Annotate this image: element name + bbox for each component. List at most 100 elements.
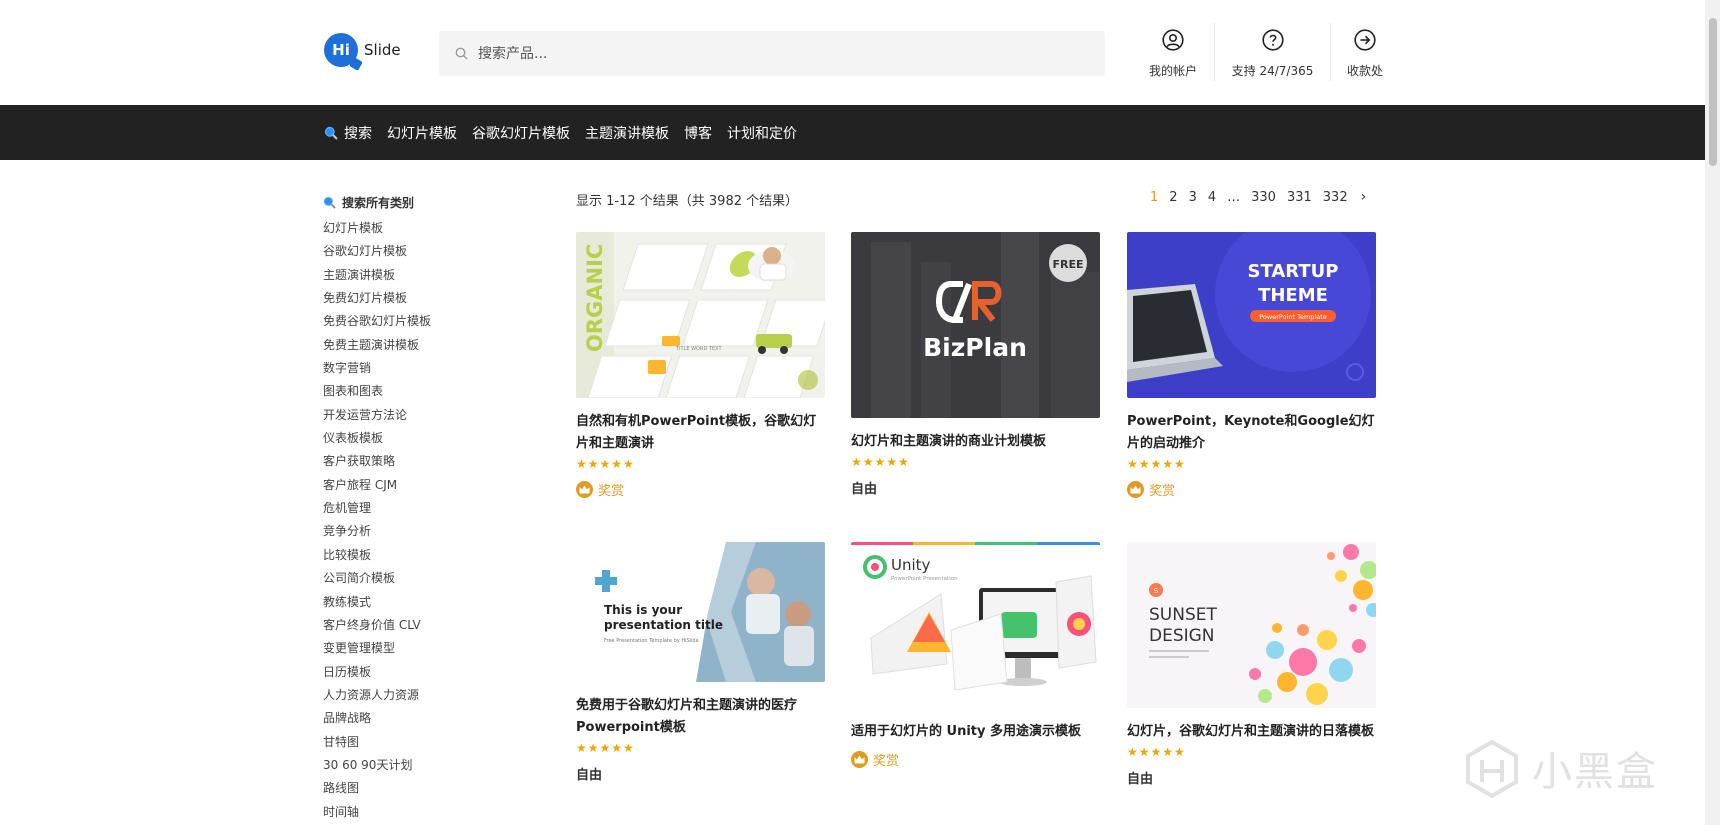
main-nav: 搜索 幻灯片模板 谷歌幻灯片模板 主题演讲模板 博客 计划和定价 [0, 105, 1705, 160]
checkout-label: 收款处 [1346, 64, 1383, 78]
nav-item-google-slides[interactable]: 谷歌幻灯片模板 [472, 123, 570, 143]
search-input[interactable] [478, 45, 1078, 62]
nav-item-label: 幻灯片模板 [387, 125, 457, 142]
pagination: 1 2 3 4 … 330 331 332 › [1150, 189, 1377, 205]
medical-template-preview: This is your presentation title Free Pre… [576, 542, 825, 682]
page-link-current[interactable]: 1 [1150, 190, 1158, 205]
category-item[interactable]: 数字营销 [323, 357, 523, 380]
product-card[interactable]: FREE BizPlan 幻灯片和主题演讲的商业计划模板 ★★★★★ 自由 [851, 232, 1100, 497]
nav-item-blog[interactable]: 博客 [684, 123, 712, 143]
startup-subtitle-text: PowerPoint Template [1259, 313, 1327, 321]
search-box[interactable] [439, 31, 1105, 76]
page-scrollbar[interactable] [1705, 0, 1720, 825]
product-thumbnail[interactable]: Unity PowerPoint Presentation [851, 542, 1100, 708]
next-page-chevron-icon[interactable]: › [1361, 189, 1367, 205]
page-link[interactable]: 4 [1208, 190, 1216, 205]
nav-item-keynote[interactable]: 主题演讲模板 [585, 123, 669, 143]
category-item[interactable]: 变更管理模型 [323, 637, 523, 660]
category-item[interactable]: 开发运营方法论 [323, 404, 523, 427]
product-title[interactable]: 免费用于谷歌幻灯片和主题演讲的医疗Powerpoint模板 [576, 695, 825, 739]
sidebar-heading-label: 搜索所有类别 [342, 195, 415, 210]
category-item[interactable]: 日历模板 [323, 661, 523, 684]
category-item[interactable]: 品牌战略 [323, 707, 523, 730]
category-item[interactable]: 时间轴 [323, 801, 523, 824]
free-badge: 自由 [576, 767, 603, 783]
sunset-template-preview: S SUNSET DESIGN [1127, 542, 1376, 708]
rating-stars: ★★★★★ [576, 457, 635, 471]
watermark-text: 小黑盒 [1532, 749, 1658, 795]
page-link[interactable]: 330 [1251, 190, 1276, 205]
nav-item-label: 博客 [684, 125, 712, 142]
award-badge: 奖赏 [576, 480, 825, 499]
logo-text: Slide [364, 41, 401, 59]
product-title[interactable]: 幻灯片，谷歌幻灯片和主题演讲的日落模板 [1127, 721, 1376, 743]
my-account-label: 我的帐户 [1148, 64, 1197, 78]
nav-item-label: 搜索 [344, 125, 372, 142]
product-thumbnail[interactable]: ORGANIC TITLE WORD TEXT [576, 232, 825, 398]
product-thumbnail[interactable]: S SUNSET DESIGN [1127, 542, 1376, 708]
product-title[interactable]: 自然和有机PowerPoint模板，谷歌幻灯片和主题演讲 [576, 411, 825, 455]
nav-item-slide-templates[interactable]: 幻灯片模板 [387, 123, 457, 143]
organic-title-text: ORGANIC [583, 244, 607, 352]
nav-item-search[interactable]: 搜索 [324, 123, 372, 143]
category-item[interactable]: 客户旅程 CJM [323, 474, 523, 497]
category-item[interactable]: 公司简介模板 [323, 567, 523, 590]
product-thumbnail[interactable]: STARTUP THEME PowerPoint Template [1127, 232, 1376, 398]
category-item[interactable]: 比较模板 [323, 544, 523, 567]
product-thumbnail[interactable]: FREE BizPlan [851, 232, 1100, 418]
support-button[interactable]: 支持 24/7/365 [1215, 27, 1330, 79]
category-item[interactable]: 路线图 [323, 777, 523, 800]
product-thumbnail[interactable]: This is your presentation title Free Pre… [576, 542, 825, 682]
nav-item-pricing[interactable]: 计划和定价 [727, 123, 797, 143]
category-item[interactable]: 免费幻灯片模板 [323, 287, 523, 310]
crown-icon [1127, 480, 1144, 498]
category-item[interactable]: 客户获取策略 [323, 450, 523, 473]
rating-stars: ★★★★★ [851, 455, 910, 469]
organic-subtitle-text: TITLE WORD TEXT [675, 346, 722, 352]
checkout-button[interactable]: 收款处 [1331, 27, 1399, 79]
product-card[interactable]: STARTUP THEME PowerPoint Template PowerP… [1127, 232, 1376, 499]
category-item[interactable]: 幻灯片模板 [323, 217, 523, 240]
medical-subtitle-text: Free Presentation Template by HiSlide [604, 638, 699, 644]
category-item[interactable]: 甘特图 [323, 731, 523, 754]
search-icon [324, 126, 338, 140]
product-title[interactable]: PowerPoint，Keynote和Google幻灯片的启动推介 [1127, 411, 1376, 455]
product-title[interactable]: 适用于幻灯片的 Unity 多用途演示模板 [851, 721, 1100, 743]
category-item[interactable]: 竞争分析 [323, 520, 523, 543]
scrollbar-thumb[interactable] [1709, 18, 1717, 166]
sunset-title-text-2: DESIGN [1149, 626, 1215, 646]
my-account-button[interactable]: 我的帐户 [1132, 27, 1214, 79]
nav-item-label: 计划和定价 [727, 125, 797, 142]
page-ellipsis: … [1227, 189, 1241, 205]
badge-label: 奖赏 [598, 483, 625, 499]
site-logo[interactable]: Hi Slide [324, 33, 401, 67]
unity-subtitle-text: PowerPoint Presentation [891, 576, 958, 582]
category-item[interactable]: 仪表板模板 [323, 427, 523, 450]
category-item[interactable]: 客户终身价值 CLV [323, 614, 523, 637]
product-card[interactable]: ORGANIC TITLE WORD TEXT 自然和有机PowerPoint模… [576, 232, 825, 499]
header-actions: 我的帐户 支持 24/7/365 收款处 [1122, 23, 1399, 81]
category-item[interactable]: 危机管理 [323, 497, 523, 520]
page-link[interactable]: 332 [1323, 190, 1348, 205]
category-item[interactable]: 30 60 90天计划 [323, 754, 523, 777]
category-item[interactable]: 图表和图表 [323, 380, 523, 403]
page-link[interactable]: 3 [1189, 190, 1197, 205]
page-link[interactable]: 331 [1287, 190, 1312, 205]
product-title[interactable]: 幻灯片和主题演讲的商业计划模板 [851, 431, 1100, 453]
category-item[interactable]: 主题演讲模板 [323, 264, 523, 287]
product-card[interactable]: Unity PowerPoint Presentation 适用于幻灯片的 Un… [851, 542, 1100, 769]
sidebar-heading[interactable]: 搜索所有类别 [323, 193, 523, 211]
sunset-logo-text: S [1154, 587, 1159, 595]
product-card[interactable]: This is your presentation title Free Pre… [576, 542, 825, 783]
category-item[interactable]: 谷歌幻灯片模板 [323, 240, 523, 263]
product-card[interactable]: S SUNSET DESIGN 幻灯片，谷歌幻灯片和主题演讲的日落模板 ★★★★… [1127, 542, 1376, 787]
category-list: 幻灯片模板 谷歌幻灯片模板 主题演讲模板 免费幻灯片模板 免费谷歌幻灯片模板 免… [323, 217, 523, 824]
medical-title-text: This is your [604, 603, 682, 617]
free-badge: 自由 [851, 481, 878, 497]
category-item[interactable]: 教练模式 [323, 591, 523, 614]
category-item[interactable]: 免费主题演讲模板 [323, 334, 523, 357]
category-item[interactable]: 免费谷歌幻灯片模板 [323, 310, 523, 333]
category-item[interactable]: 人力资源人力资源 [323, 684, 523, 707]
page-link[interactable]: 2 [1169, 190, 1177, 205]
startup-title-text-2: THEME [1258, 285, 1328, 306]
